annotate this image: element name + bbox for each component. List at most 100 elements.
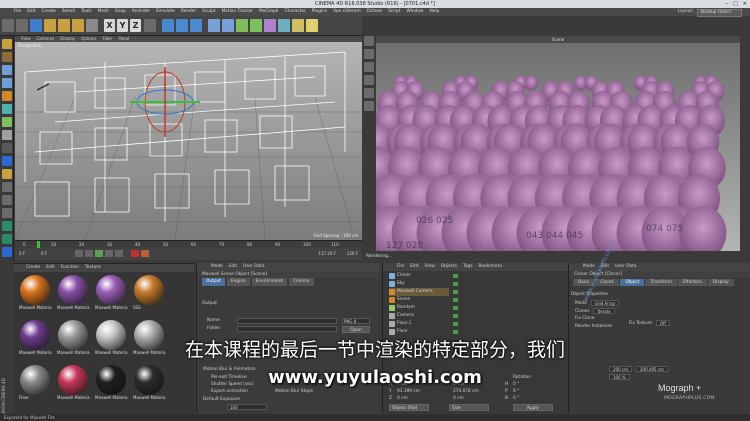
- menu-simulate[interactable]: Simulate: [156, 8, 175, 16]
- camera-icon[interactable]: [292, 19, 304, 32]
- light-icon[interactable]: [306, 19, 318, 32]
- left-tool-icon[interactable]: [2, 247, 12, 257]
- left-tool-icon[interactable]: [2, 130, 12, 140]
- object-row[interactable]: Random: [389, 304, 415, 312]
- goto-start-icon[interactable]: [75, 250, 83, 257]
- select-tool-icon[interactable]: [30, 19, 42, 32]
- render-view-icon[interactable]: [162, 19, 174, 32]
- size-field[interactable]: 0 cm: [453, 396, 464, 401]
- menu-plugins[interactable]: Plugins: [312, 8, 327, 16]
- tab-output[interactable]: Output: [202, 278, 225, 286]
- left-tool-icon[interactable]: [2, 52, 12, 62]
- menu-select[interactable]: Select: [62, 8, 75, 16]
- left-tool-icon[interactable]: [2, 78, 12, 88]
- menu-sculpt[interactable]: Sculpt: [202, 8, 215, 16]
- coordinate-system-icon[interactable]: [144, 19, 156, 32]
- objects-menu-tags[interactable]: Tags: [463, 263, 473, 271]
- minimize-button[interactable]: –: [726, 0, 729, 8]
- material-swatch[interactable]: Maxwell Material: [18, 274, 52, 314]
- redo-icon[interactable]: [16, 19, 28, 32]
- side-tool-icon[interactable]: [364, 75, 374, 85]
- tab-cinema[interactable]: Cinema: [289, 278, 314, 286]
- scene-menu-mode[interactable]: Mode: [211, 263, 223, 271]
- cube-icon[interactable]: [208, 19, 220, 32]
- menu-snap[interactable]: Snap: [115, 8, 126, 16]
- left-tool-icon[interactable]: [2, 65, 12, 75]
- left-tool-icon[interactable]: [2, 169, 12, 179]
- menu-tools[interactable]: Tools: [81, 8, 92, 16]
- material-menu-edit[interactable]: Edit: [46, 264, 54, 272]
- goto-end-icon[interactable]: [115, 250, 123, 257]
- attr-menu-mode[interactable]: Mode: [583, 263, 595, 271]
- undo-icon[interactable]: [2, 19, 14, 32]
- fix-texture-dropdown[interactable]: Off: [656, 320, 670, 326]
- menu-character[interactable]: Character: [285, 8, 306, 16]
- position-field[interactable]: 0 cm: [397, 396, 408, 401]
- objects-menu-objects[interactable]: Objects: [441, 263, 457, 271]
- material-menu-function[interactable]: Function: [61, 264, 79, 272]
- scene-format-dropdown[interactable]: PNG 8: [342, 318, 370, 324]
- left-tool-icon[interactable]: [2, 156, 12, 166]
- menu-window[interactable]: Window: [407, 8, 424, 16]
- array-icon[interactable]: [250, 19, 262, 32]
- visibility-check-icon[interactable]: [453, 322, 458, 326]
- object-row[interactable]: Floor.1: [389, 320, 411, 328]
- layout-dropdown[interactable]: Startup (User): [696, 9, 742, 17]
- menu-script[interactable]: Script: [388, 8, 400, 16]
- left-tool-icon[interactable]: [2, 234, 12, 244]
- visibility-check-icon[interactable]: [453, 274, 458, 278]
- object-row[interactable]: Cloner: [389, 272, 411, 280]
- left-tool-icon[interactable]: [2, 39, 12, 49]
- maximize-button[interactable]: □: [733, 0, 738, 8]
- menu-motion-tracker[interactable]: Motion Tracker: [222, 8, 253, 16]
- side-tool-icon[interactable]: [364, 88, 374, 98]
- attr-menu-user-data[interactable]: User Data: [615, 263, 636, 271]
- render-settings-icon[interactable]: [190, 19, 202, 32]
- frame-max-field[interactable]: 120 F: [347, 251, 358, 256]
- size-field[interactable]: 274.078 cm: [453, 389, 479, 394]
- spline-icon[interactable]: [222, 19, 234, 32]
- cloner-tab-object[interactable]: Object: [620, 279, 645, 286]
- frame-end-field[interactable]: 117.20 F: [318, 251, 336, 256]
- position-field[interactable]: 91.399 cm: [397, 389, 420, 394]
- visibility-check-icon[interactable]: [453, 330, 458, 334]
- rotation-field[interactable]: 0 °: [513, 396, 519, 401]
- menu-mesh[interactable]: Mesh: [98, 8, 109, 16]
- frame-start-field[interactable]: 0 F: [19, 251, 25, 256]
- tab-engine[interactable]: Engine: [226, 278, 250, 286]
- scene-menu-edit[interactable]: Edit: [229, 263, 237, 271]
- default-exposure-section[interactable]: Default Exposure: [203, 397, 240, 402]
- left-tool-icon[interactable]: [2, 182, 12, 192]
- menu-octane[interactable]: Octane: [367, 8, 382, 16]
- floor-icon[interactable]: [278, 19, 290, 32]
- scene-folder-input[interactable]: [237, 326, 337, 332]
- object-row[interactable]: Sky: [389, 280, 405, 288]
- playhead[interactable]: [37, 241, 40, 248]
- object-row[interactable]: Maxwell Camera: [389, 288, 449, 296]
- left-tool-icon[interactable]: [2, 143, 12, 153]
- menu-help[interactable]: Help: [430, 8, 440, 16]
- left-tool-icon[interactable]: [2, 221, 12, 231]
- visibility-check-icon[interactable]: [453, 314, 458, 318]
- left-tool-icon[interactable]: [2, 117, 12, 127]
- menu-file[interactable]: File: [14, 8, 21, 16]
- rotation-field[interactable]: 0 °: [513, 389, 519, 394]
- left-tool-icon[interactable]: [2, 104, 12, 114]
- iso-field[interactable]: 100: [227, 404, 267, 410]
- side-tool-icon[interactable]: [364, 62, 374, 72]
- autokey-icon[interactable]: [141, 250, 149, 257]
- objects-menu-edit[interactable]: Edit: [410, 263, 418, 271]
- visibility-check-icon[interactable]: [453, 282, 458, 286]
- rotate-tool-icon[interactable]: [72, 19, 84, 32]
- cloner-row-dropdown[interactable]: Grid Array: [590, 300, 620, 306]
- scene-open-button[interactable]: Open: [342, 326, 370, 333]
- tab-environment[interactable]: Environment: [251, 278, 288, 286]
- side-tool-icon[interactable]: [364, 49, 374, 59]
- scene-name-input[interactable]: [237, 318, 337, 324]
- material-swatch[interactable]: Maxwell Material: [56, 274, 90, 314]
- cloner-tab-display[interactable]: Display: [707, 279, 734, 286]
- object-row[interactable]: Scene: [389, 296, 410, 304]
- menu-vue-xstream[interactable]: Vue xStream: [333, 8, 360, 16]
- objects-menu-bookmarks[interactable]: Bookmarks: [478, 263, 502, 271]
- menu-render[interactable]: Render: [181, 8, 196, 16]
